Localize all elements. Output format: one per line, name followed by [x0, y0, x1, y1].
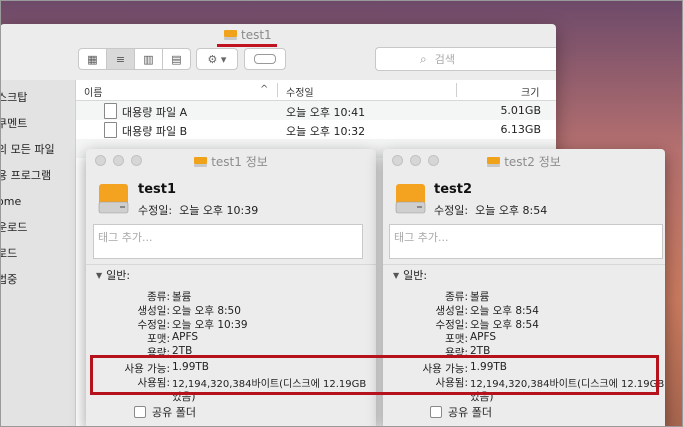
view-mode-segment: ▦ ≡ ▥ ▤: [78, 48, 191, 70]
checkbox-box[interactable]: [134, 406, 146, 418]
shared-folder-checkbox[interactable]: 공유 폴더: [430, 404, 492, 420]
list-view-icon[interactable]: ≡: [107, 49, 135, 69]
info-window-test1: test1 정보 test1 수정일: 오늘 오후 10:39 태그 추가...…: [86, 149, 376, 427]
info-window-test2: test2 정보 test2 수정일: 오늘 오후 8:54 태그 추가... …: [383, 149, 665, 427]
modified-label: 수정일:: [138, 204, 173, 217]
shared-folder-checkbox[interactable]: 공유 폴더: [134, 404, 196, 420]
column-divider: [456, 83, 457, 97]
file-size: 6.13GB: [500, 123, 541, 136]
tag-input[interactable]: 태그 추가...: [93, 224, 363, 259]
file-name: 대용량 파일 A: [122, 106, 188, 119]
volume-name: test1: [138, 182, 177, 197]
sidebar-item-desktop[interactable]: 스크탑: [0, 85, 75, 111]
sidebar-item-uploads[interactable]: 로드: [0, 241, 75, 267]
column-divider: [277, 83, 278, 97]
gallery-view-icon[interactable]: ▤: [163, 49, 190, 69]
column-header-name[interactable]: 이름: [84, 84, 102, 99]
table-row[interactable]: 대용량 파일 B 오늘 오후 10:32 6.13GB: [76, 120, 556, 139]
volume-name: test2: [434, 182, 473, 197]
column-header-size[interactable]: 크기: [521, 84, 539, 99]
action-gear-button[interactable]: ⚙ ▾: [196, 48, 238, 70]
volume-drive-icon: [98, 184, 129, 214]
file-icon: [104, 103, 117, 119]
sidebar-item-all-files[interactable]: 의 모든 파일: [0, 137, 75, 163]
sidebar-item-documents[interactable]: 쿠멘트: [0, 111, 75, 137]
modified-label: 수정일:: [434, 204, 469, 217]
disclosure-triangle-icon: ▼: [96, 271, 103, 280]
general-section-toggle[interactable]: ▼ 일반:: [96, 267, 130, 283]
search-placeholder: 검색: [434, 53, 455, 66]
drive-icon: [487, 157, 501, 167]
checkbox-box[interactable]: [430, 406, 442, 418]
drive-icon: [194, 157, 208, 167]
sidebar-item-other[interactable]: 법중: [0, 267, 75, 293]
divider: [383, 264, 665, 265]
tag-button[interactable]: [244, 48, 286, 70]
search-field[interactable]: ⌕ 검색: [375, 47, 556, 71]
modified-summary: 수정일: 오늘 오후 8:54: [434, 202, 547, 218]
modified-value: 오늘 오후 8:54: [475, 204, 548, 217]
sidebar-item-applications[interactable]: 용 프로그램: [0, 163, 75, 189]
tag-icon: [254, 54, 276, 64]
tag-input[interactable]: 태그 추가...: [389, 224, 663, 259]
finder-sidebar: 스크탑 쿠멘트 의 모든 파일 용 프로그램 ome 운로드 로드 법중: [0, 80, 76, 427]
disclosure-triangle-icon: ▼: [393, 271, 400, 280]
general-section-toggle[interactable]: ▼ 일반:: [393, 267, 427, 283]
modified-value: 오늘 오후 10:39: [179, 204, 259, 217]
search-icon: ⌕: [420, 51, 427, 66]
info-window-title: test2 정보: [383, 153, 665, 170]
sidebar-item-home[interactable]: ome: [0, 189, 75, 215]
column-view-icon[interactable]: ▥: [135, 49, 163, 69]
file-size: 5.01GB: [500, 104, 541, 117]
finder-window-title: test1: [224, 28, 272, 42]
file-modified: 오늘 오후 10:32: [286, 125, 366, 138]
gear-icon: ⚙ ▾: [207, 52, 227, 66]
column-header-modified[interactable]: 수정일: [286, 84, 314, 99]
table-row[interactable]: 대용량 파일 A 오늘 오후 10:41 5.01GB: [76, 101, 556, 120]
volume-drive-icon: [395, 184, 426, 214]
finder-title-text: test1: [241, 28, 272, 42]
divider: [86, 264, 376, 265]
finder-titlebar[interactable]: test1: [0, 24, 556, 47]
list-header: 이름 ^ 수정일 크기: [76, 80, 556, 101]
icon-view-icon[interactable]: ▦: [79, 49, 107, 69]
sort-chevron-icon[interactable]: ^: [260, 84, 268, 95]
info-titlebar[interactable]: test1 정보: [86, 149, 376, 171]
drive-icon: [224, 30, 237, 40]
modified-summary: 수정일: 오늘 오후 10:39: [138, 202, 258, 218]
file-name: 대용량 파일 B: [122, 125, 188, 138]
info-window-title: test1 정보: [86, 153, 376, 170]
sidebar-item-downloads[interactable]: 운로드: [0, 215, 75, 241]
file-modified: 오늘 오후 10:41: [286, 106, 366, 119]
finder-toolbar: ▦ ≡ ▥ ▤ ⚙ ▾ ⌕ 검색: [0, 44, 556, 76]
file-icon: [104, 122, 117, 138]
info-titlebar[interactable]: test2 정보: [383, 149, 665, 171]
